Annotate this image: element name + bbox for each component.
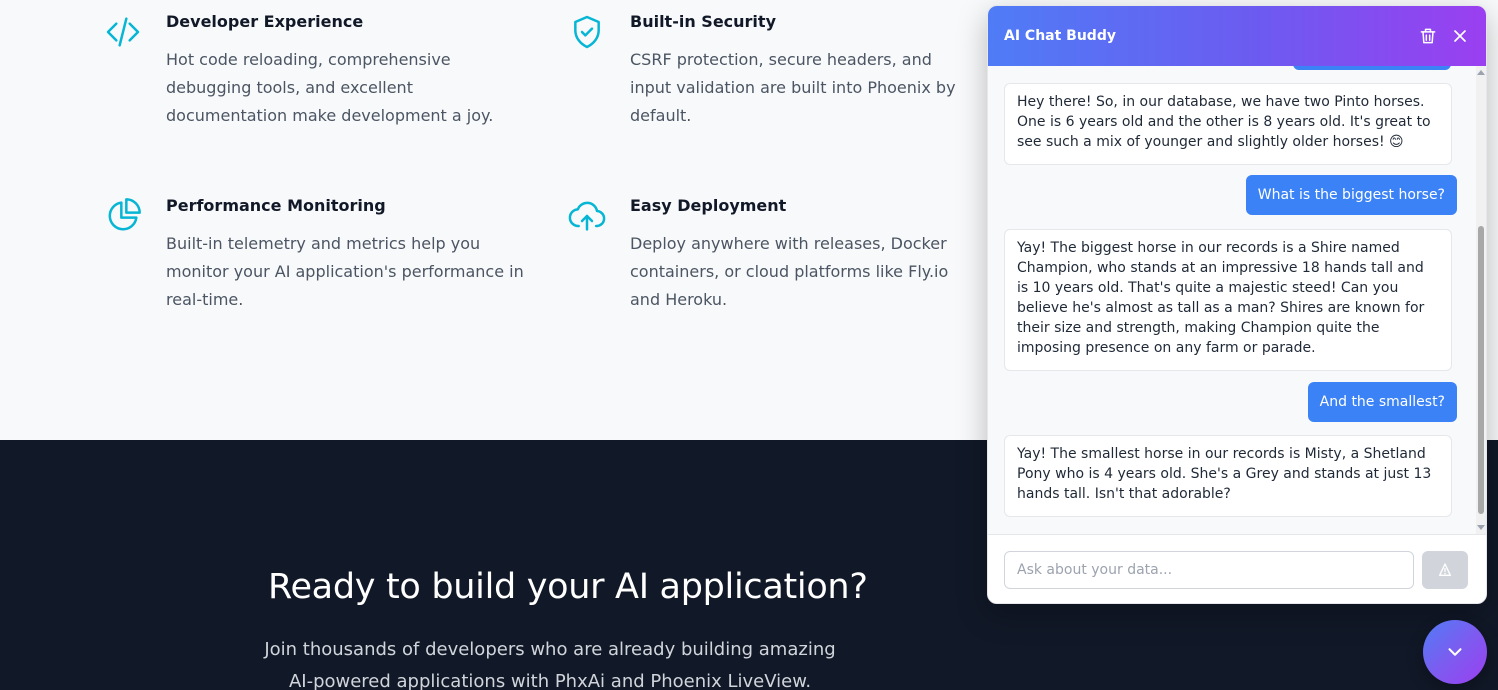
chat-input-row [988, 534, 1486, 603]
trash-icon[interactable] [1418, 26, 1438, 46]
message-user: What is the biggest horse? [1245, 175, 1457, 215]
close-icon[interactable] [1450, 26, 1470, 46]
cta-subtext: Join thousands of developers who are alr… [264, 639, 836, 690]
feature-easy-deployment: Easy Deployment Deploy anywhere with rel… [567, 196, 987, 316]
send-icon [1439, 563, 1451, 576]
shield-check-icon [567, 12, 607, 52]
chevron-down-icon [1448, 648, 1462, 656]
message-user-clipped [1293, 66, 1451, 70]
chat-panel: AI Chat Buddy Hey there! So, in our data… [987, 5, 1487, 604]
scrollbar-thumb[interactable] [1478, 226, 1484, 514]
feature-performance-monitoring: Performance Monitoring Built-in telemetr… [103, 196, 543, 309]
message-assistant: Hey there! So, in our database, we have … [1004, 83, 1452, 165]
scroll-up-arrow-icon[interactable] [1477, 70, 1485, 75]
feature-description: Hot code reloading, comprehensive debugg… [166, 50, 494, 125]
chat-toggle-button[interactable] [1423, 620, 1487, 684]
feature-title: Developer Experience [166, 12, 364, 31]
send-button[interactable] [1422, 551, 1468, 589]
cloud-upload-icon [567, 196, 607, 236]
scroll-down-arrow-icon[interactable] [1477, 525, 1485, 530]
chat-title: AI Chat Buddy [1004, 28, 1116, 44]
chat-input[interactable] [1004, 551, 1414, 589]
code-icon [103, 12, 143, 52]
feature-description: Built-in telemetry and metrics help you … [166, 234, 524, 309]
feature-description: CSRF protection, secure headers, and inp… [630, 50, 956, 125]
feature-title: Performance Monitoring [166, 196, 386, 215]
message-scrollbar[interactable] [1476, 66, 1486, 534]
feature-title: Easy Deployment [630, 196, 787, 215]
feature-title: Built-in Security [630, 12, 776, 31]
cta-heading: Ready to build your AI application? [268, 567, 868, 607]
pie-chart-icon [103, 196, 143, 236]
feature-developer-experience: Developer Experience Hot code reloading,… [103, 12, 543, 132]
feature-built-in-security: Built-in Security CSRF protection, secur… [567, 12, 987, 132]
message-user: And the smallest? [1307, 382, 1457, 422]
message-assistant: Yay! The biggest horse in our records is… [1004, 229, 1452, 371]
feature-description: Deploy anywhere with releases, Docker co… [630, 234, 949, 309]
message-list[interactable]: Hey there! So, in our database, we have … [988, 66, 1486, 534]
chat-header: AI Chat Buddy [988, 6, 1486, 66]
message-assistant: Yay! The smallest horse in our records i… [1004, 435, 1452, 517]
